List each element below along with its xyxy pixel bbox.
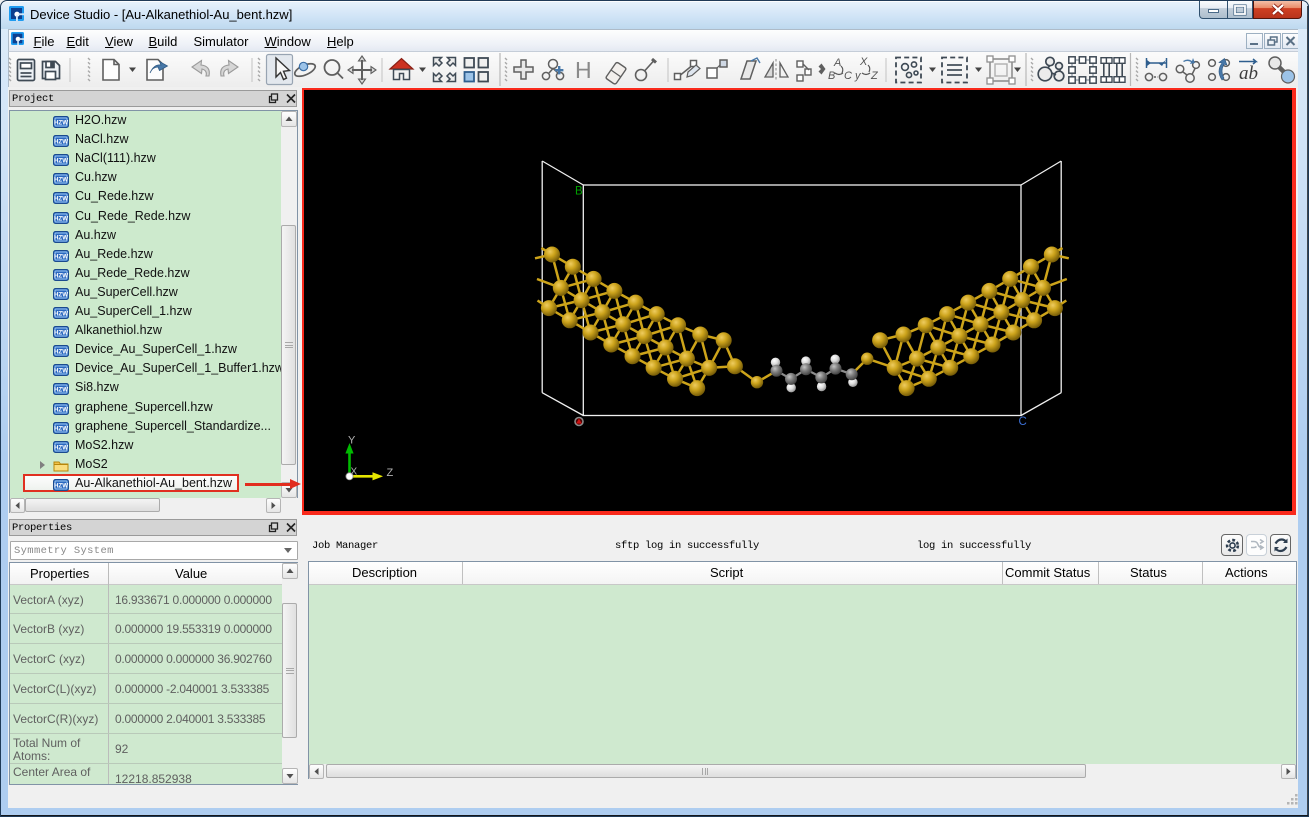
svg-text:Z: Z — [387, 467, 394, 479]
svg-text:X: X — [351, 467, 358, 478]
svg-text:ab: ab — [1239, 63, 1258, 84]
svg-text:A: A — [833, 57, 841, 69]
svg-text:B: B — [575, 186, 583, 198]
svg-text:C: C — [844, 70, 852, 82]
svg-text:C: C — [1019, 416, 1027, 428]
svg-text:H: H — [575, 57, 592, 83]
svg-text:y: y — [854, 70, 862, 82]
svg-text:Y: Y — [348, 435, 356, 447]
svg-text:Z: Z — [870, 70, 879, 82]
svg-text:B: B — [828, 70, 835, 82]
svg-text:X: X — [859, 56, 868, 68]
